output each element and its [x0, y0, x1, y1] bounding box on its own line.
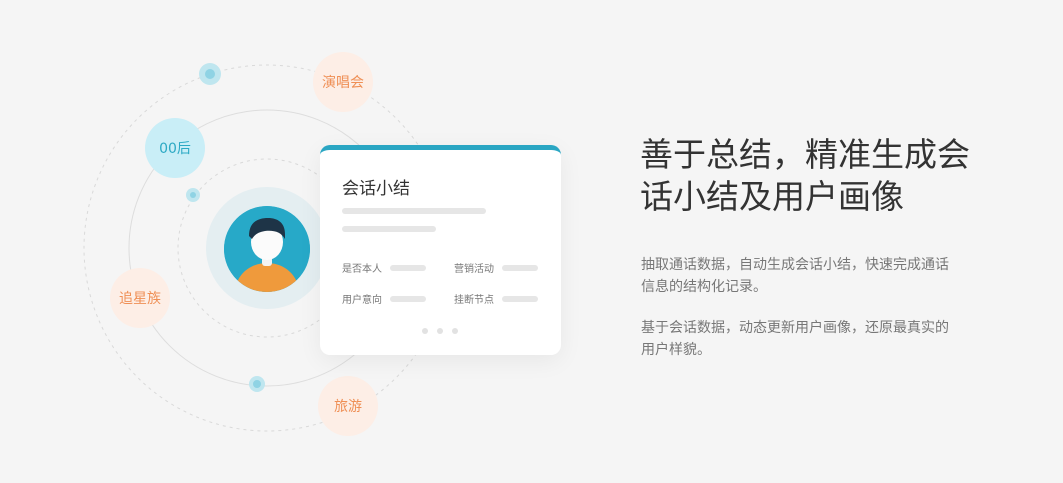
- feature-headline: 善于总结，精准生成会 话小结及用户画像: [640, 134, 1000, 218]
- placeholder-line: [342, 226, 436, 232]
- feature-description-2: 基于会话数据，动态更新用户画像，还原最真实的 用户样貌。: [641, 317, 971, 361]
- headline-line-2: 话小结及用户画像: [640, 177, 904, 216]
- tag-fans-label: 追星族: [119, 291, 161, 307]
- field-hangup: 挂断节点: [454, 291, 538, 306]
- feature-section: 演唱会 00后 追星族 旅游 会话小结 是否本人 营销活动 用户意向 挂断节点 …: [0, 0, 1063, 483]
- field-intent-label: 用户意向: [342, 295, 382, 306]
- tag-post00-label: 00后: [159, 141, 191, 157]
- desc2-line-2: 用户样貌。: [641, 342, 711, 358]
- orbit-dot-inner: [186, 188, 200, 202]
- tag-fans: 追星族: [110, 268, 170, 328]
- user-avatar-icon: [224, 206, 310, 292]
- dot: [422, 328, 428, 334]
- field-value-bar: [502, 295, 538, 302]
- desc1-line-2: 信息的结构化记录。: [641, 279, 767, 295]
- dot: [452, 328, 458, 334]
- field-marketing: 营销活动: [454, 260, 538, 275]
- tag-concert: 演唱会: [313, 52, 373, 112]
- more-dots-icon: [422, 328, 458, 334]
- field-value-bar: [390, 264, 426, 271]
- field-hangup-label: 挂断节点: [454, 295, 494, 306]
- field-is-self-label: 是否本人: [342, 264, 382, 275]
- placeholder-line: [342, 208, 486, 214]
- tag-travel-label: 旅游: [334, 399, 362, 415]
- card-title: 会话小结: [342, 179, 410, 199]
- dot: [437, 328, 443, 334]
- tag-post00: 00后: [145, 118, 205, 178]
- field-intent: 用户意向: [342, 291, 426, 306]
- tag-travel: 旅游: [318, 376, 378, 436]
- orbit-dot-bottom: [249, 376, 265, 392]
- avatar: [224, 206, 310, 292]
- field-marketing-label: 营销活动: [454, 264, 494, 275]
- field-value-bar: [502, 264, 538, 271]
- orbit-dot-top: [199, 63, 221, 85]
- tag-concert-label: 演唱会: [322, 75, 364, 91]
- feature-description-1: 抽取通话数据，自动生成会话小结，快速完成通话 信息的结构化记录。: [641, 254, 971, 298]
- field-is-self: 是否本人: [342, 260, 426, 275]
- summary-card: 会话小结 是否本人 营销活动 用户意向 挂断节点: [320, 145, 561, 355]
- headline-line-1: 善于总结，精准生成会: [640, 135, 970, 174]
- desc2-line-1: 基于会话数据，动态更新用户画像，还原最真实的: [641, 320, 949, 336]
- desc1-line-1: 抽取通话数据，自动生成会话小结，快速完成通话: [641, 257, 949, 273]
- field-value-bar: [390, 295, 426, 302]
